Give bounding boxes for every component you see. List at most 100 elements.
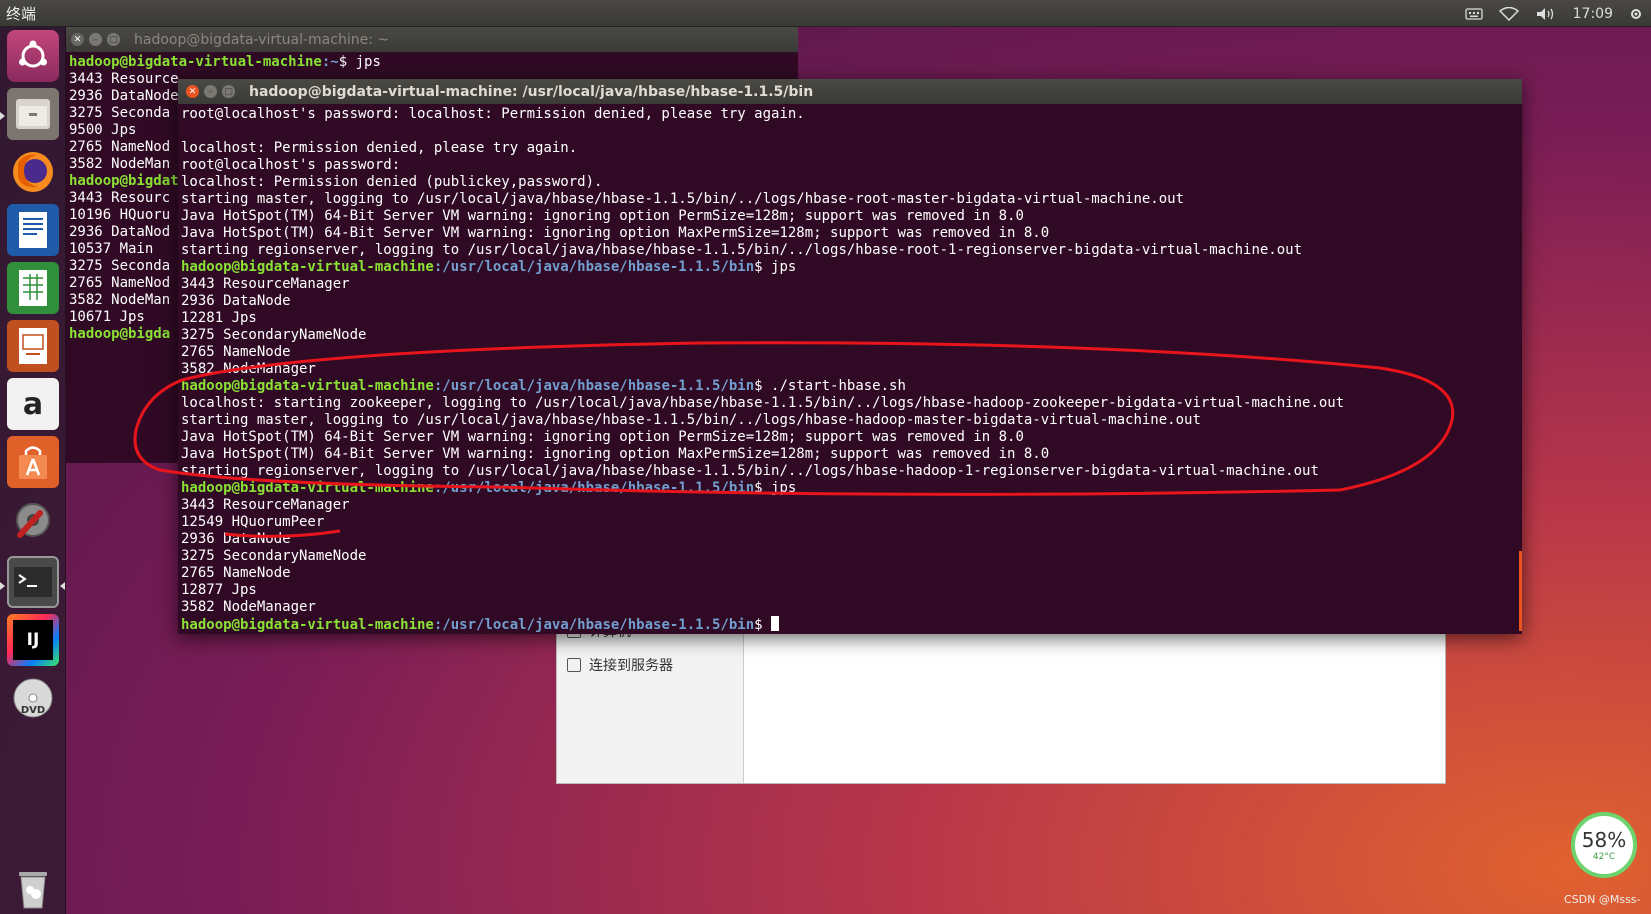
amazon-icon[interactable]: a	[7, 378, 59, 430]
close-icon[interactable]: ✕	[71, 33, 84, 46]
terminal-line: 3275 SecondaryNameNode	[181, 327, 367, 343]
firefox-icon[interactable]	[7, 146, 59, 198]
active-app-title: 终端	[6, 4, 37, 23]
terminal-line: hadoop@bigdata-virtual-machine:/usr/loca…	[181, 480, 1519, 497]
maximize-icon[interactable]: □	[107, 33, 120, 46]
clock[interactable]: 17:09	[1565, 0, 1621, 27]
svg-text:DVD: DVD	[21, 705, 45, 716]
terminal-titlebar[interactable]: ✕ – □ hadoop@bigdata-virtual-machine: ~	[66, 27, 798, 52]
libreoffice-impress-icon[interactable]	[7, 320, 59, 372]
text-cursor	[771, 616, 780, 631]
terminal-line: 12549 HQuorumPeer	[181, 514, 325, 530]
intellij-idea-icon[interactable]: IJ	[7, 614, 59, 666]
indicator-area: 17:09	[1457, 0, 1651, 27]
intellij-label: IJ	[13, 620, 53, 660]
prompt-user: hadoop@bigda	[69, 326, 171, 342]
terminal-line: Java HotSpot(TM) 64-Bit Server VM warnin…	[181, 446, 1050, 462]
focused-indicator	[60, 582, 65, 590]
terminal-line: 2765 NameNode	[181, 565, 291, 581]
cpu-percent: 58%	[1581, 828, 1627, 852]
terminal-line: starting regionserver, logging to /usr/l…	[181, 463, 1319, 479]
terminal-line: root@localhost's password:	[181, 157, 401, 173]
terminal-line: Java HotSpot(TM) 64-Bit Server VM warnin…	[181, 429, 1024, 445]
prompt-user: hadoop@bigdat	[69, 173, 179, 189]
volume-icon[interactable]	[1527, 0, 1565, 27]
terminal-line: 2936 DataNode	[181, 531, 291, 547]
prompt-symbol: $	[754, 259, 763, 275]
system-monitor-widget[interactable]: 58% 42°C	[1571, 812, 1637, 878]
terminal-line: starting master, logging to /usr/local/j…	[181, 412, 1201, 428]
keyboard-icon[interactable]	[1457, 0, 1491, 27]
terminal-line: 3443 ResourceManager	[181, 276, 350, 292]
libreoffice-writer-icon[interactable]	[7, 204, 59, 256]
wifi-icon[interactable]	[1491, 0, 1527, 27]
terminal-line: 12877 Jps	[181, 582, 257, 598]
prompt-user: hadoop@bigdata-virtual-machine	[69, 54, 322, 70]
terminal-line: hadoop@bigdata-virtual-machine:/usr/loca…	[181, 378, 1519, 395]
ubuntu-software-icon[interactable]	[7, 436, 59, 488]
scrollbar[interactable]	[1519, 551, 1522, 631]
running-indicator	[0, 112, 5, 120]
terminal-window-hbase[interactable]: ✕ – □ hadoop@bigdata-virtual-machine: /u…	[178, 79, 1522, 634]
command-text: jps	[762, 480, 797, 496]
dvd-icon[interactable]: DVD	[7, 672, 59, 724]
terminal-icon[interactable]	[7, 556, 59, 608]
terminal-title: hadoop@bigdata-virtual-machine: ~	[134, 31, 390, 48]
prompt-symbol: $	[754, 617, 763, 633]
command-text: ./start-hbase.sh	[762, 378, 906, 394]
terminal-output[interactable]: root@localhost's password: localhost: Pe…	[178, 104, 1522, 636]
launcher: a IJ DVD	[0, 27, 66, 914]
files-icon[interactable]	[7, 88, 59, 140]
maximize-icon[interactable]: □	[222, 85, 235, 98]
prompt-path: :~	[321, 54, 339, 70]
prompt-symbol: $	[338, 54, 348, 70]
server-icon	[567, 658, 581, 672]
sidebar-item-connect-server[interactable]: 连接到服务器	[567, 655, 673, 675]
command-text	[763, 617, 771, 633]
terminal-line: Java HotSpot(TM) 64-Bit Server VM warnin…	[181, 208, 1024, 224]
prompt-path: :/usr/local/java/hbase/hbase-1.1.5/bin	[433, 617, 755, 633]
terminal-line: 3275 SecondaryNameNode	[181, 548, 367, 564]
terminal-line: 3443 ResourceManager	[181, 497, 350, 513]
file-manager-window: 计算机 连接到服务器	[556, 620, 1446, 784]
prompt-path: :/usr/local/java/hbase/hbase-1.1.5/bin	[433, 378, 755, 394]
prompt-user: hadoop@bigdata-virtual-machine	[181, 259, 434, 275]
terminal-line: root@localhost's password: localhost: Pe…	[181, 106, 805, 122]
terminal-line: 3582 NodeManager	[181, 599, 316, 615]
terminal-line: localhost: starting zookeeper, logging t…	[181, 395, 1345, 411]
terminal-line: starting regionserver, logging to /usr/l…	[181, 242, 1303, 258]
terminal-title: hadoop@bigdata-virtual-machine: /usr/loc…	[249, 83, 814, 100]
close-icon[interactable]: ✕	[186, 85, 199, 98]
running-indicator	[0, 582, 5, 590]
terminal-line: Java HotSpot(TM) 64-Bit Server VM warnin…	[181, 225, 1050, 241]
terminal-line: hadoop@bigdata-virtual-machine:/usr/loca…	[181, 616, 1519, 634]
command-text: jps	[347, 54, 381, 70]
file-manager-sidebar: 计算机 连接到服务器	[557, 621, 744, 783]
prompt-user: hadoop@bigdata-virtual-machine	[181, 378, 434, 394]
ubuntu-dash-icon[interactable]	[7, 30, 59, 82]
terminal-line: hadoop@bigdata-virtual-machine:/usr/loca…	[181, 259, 1519, 276]
trash-icon[interactable]	[7, 862, 59, 914]
terminal-line: hadoop@bigdata-virtual-machine:~$ jps	[69, 54, 795, 71]
terminal-line: 3582 NodeManager	[181, 361, 316, 377]
prompt-path: :/usr/local/java/hbase/hbase-1.1.5/bin	[433, 259, 755, 275]
terminal-line: 2936 DataNode	[181, 293, 291, 309]
prompt-path: :/usr/local/java/hbase/hbase-1.1.5/bin	[433, 480, 755, 496]
terminal-titlebar[interactable]: ✕ – □ hadoop@bigdata-virtual-machine: /u…	[178, 79, 1522, 104]
prompt-user: hadoop@bigdata-virtual-machine	[181, 617, 434, 633]
command-text: jps	[762, 259, 797, 275]
terminal-line: 12281 Jps	[181, 310, 257, 326]
minimize-icon[interactable]: –	[89, 33, 102, 46]
amazon-letter: a	[22, 386, 44, 422]
prompt-user: hadoop@bigdata-virtual-machine	[181, 480, 434, 496]
system-settings-icon[interactable]	[7, 494, 59, 546]
gear-icon[interactable]	[1621, 0, 1651, 27]
libreoffice-calc-icon[interactable]	[7, 262, 59, 314]
prompt-symbol: $	[754, 378, 763, 394]
minimize-icon[interactable]: –	[204, 85, 217, 98]
terminal-line: localhost: Permission denied, please try…	[181, 140, 578, 156]
top-panel: 终端 17:09	[0, 0, 1651, 27]
temperature: 42°C	[1592, 852, 1616, 862]
terminal-line: starting master, logging to /usr/local/j…	[181, 191, 1185, 207]
